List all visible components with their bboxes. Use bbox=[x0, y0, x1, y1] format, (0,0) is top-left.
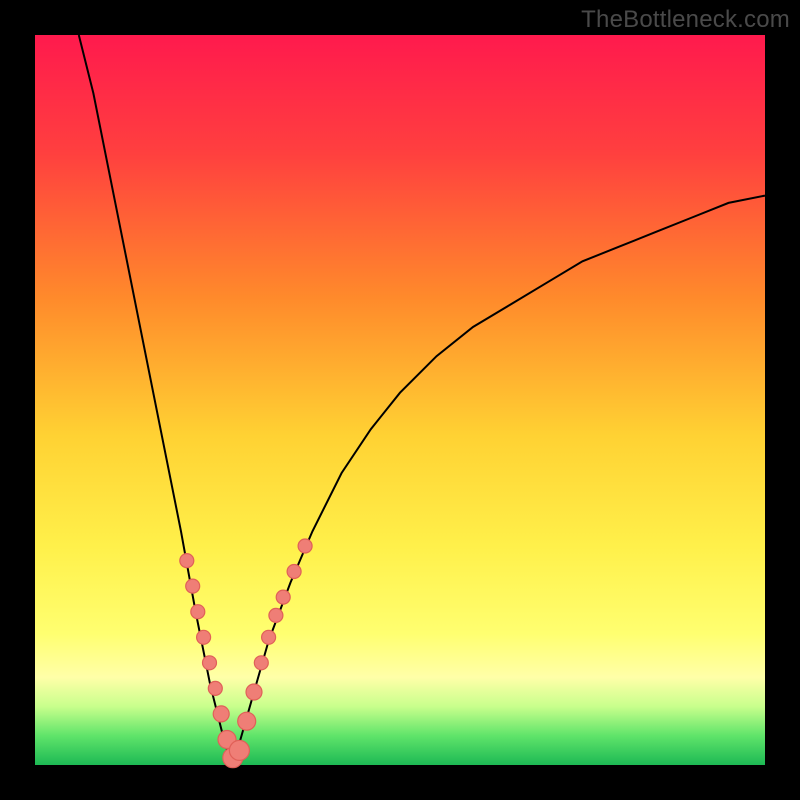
watermark-text: TheBottleneck.com bbox=[581, 6, 790, 34]
chart-frame: TheBottleneck.com bbox=[0, 0, 800, 800]
plot-area bbox=[35, 35, 765, 765]
